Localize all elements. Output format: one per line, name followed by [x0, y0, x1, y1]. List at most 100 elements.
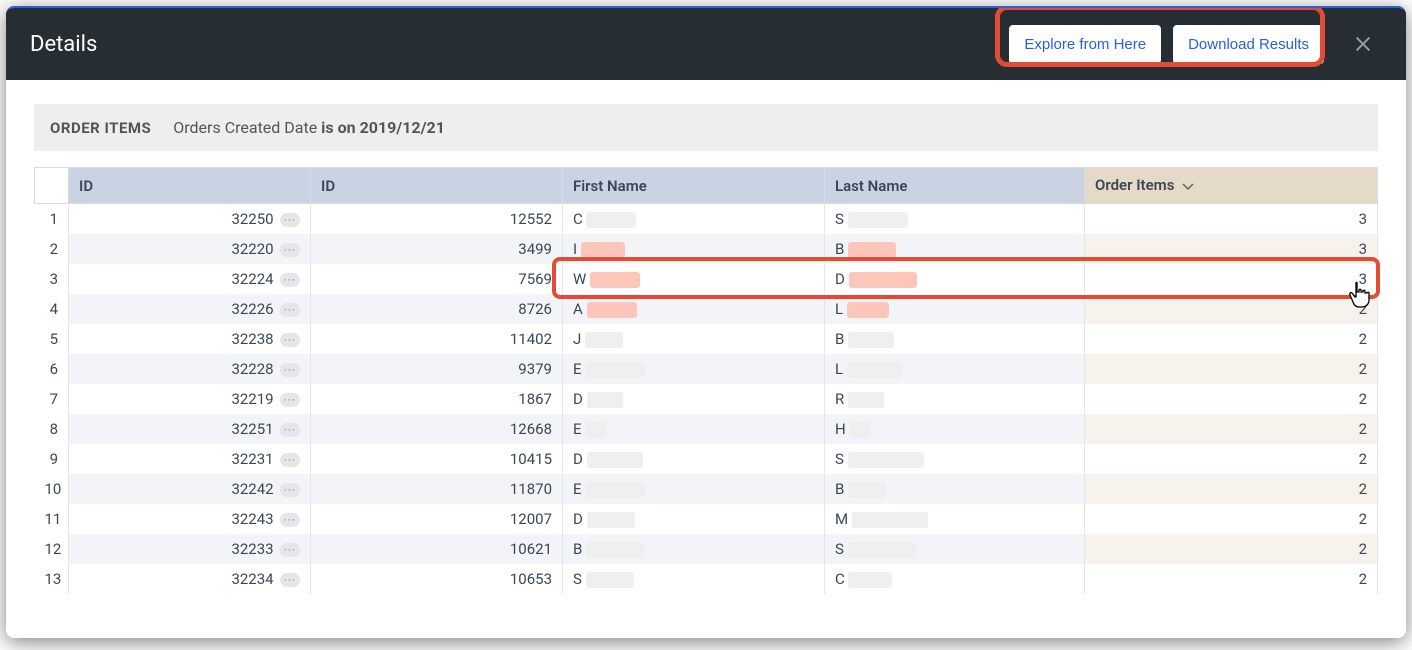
cell-first-name[interactable]: A: [563, 294, 825, 324]
cell-order-items[interactable]: 2: [1085, 474, 1378, 504]
cell-first-name[interactable]: E: [563, 414, 825, 444]
cell-order-items[interactable]: 3: [1085, 204, 1378, 235]
cell-order-items[interactable]: 2: [1085, 384, 1378, 414]
cell-id2[interactable]: 7569: [311, 264, 563, 294]
more-icon[interactable]: ···: [280, 543, 300, 557]
more-icon[interactable]: ···: [280, 333, 300, 347]
cell-last-name[interactable]: H: [825, 414, 1085, 444]
cell-id1[interactable]: 32226···: [69, 294, 311, 324]
close-button[interactable]: [1344, 25, 1382, 63]
table-row[interactable]: 332224···7569W D 3: [35, 264, 1378, 294]
more-icon[interactable]: ···: [280, 483, 300, 497]
cell-last-name[interactable]: L: [825, 354, 1085, 384]
cell-id2[interactable]: 10621: [311, 534, 563, 564]
more-icon[interactable]: ···: [280, 243, 300, 257]
cell-order-items[interactable]: 3: [1085, 264, 1378, 294]
cell-last-name[interactable]: S: [825, 204, 1085, 235]
cell-id1[interactable]: 32251···: [69, 414, 311, 444]
table-row[interactable]: 832251···12668E H 2: [35, 414, 1378, 444]
cell-id1[interactable]: 32219···: [69, 384, 311, 414]
cell-first-name[interactable]: B: [563, 534, 825, 564]
cell-last-name[interactable]: S: [825, 534, 1085, 564]
cell-first-name[interactable]: D: [563, 504, 825, 534]
more-icon[interactable]: ···: [280, 363, 300, 377]
table-row[interactable]: 732219···1867D R 2: [35, 384, 1378, 414]
cell-order-items[interactable]: 2: [1085, 534, 1378, 564]
more-icon[interactable]: ···: [280, 423, 300, 437]
cell-last-name[interactable]: C: [825, 564, 1085, 594]
cell-first-name[interactable]: D: [563, 444, 825, 474]
cell-order-items[interactable]: 2: [1085, 294, 1378, 324]
column-header-id2[interactable]: ID: [311, 168, 563, 204]
table-row[interactable]: 1132243···12007D M 2: [35, 504, 1378, 534]
table-row[interactable]: 1032242···11870E B 2: [35, 474, 1378, 504]
more-icon[interactable]: ···: [280, 273, 300, 287]
cell-id2[interactable]: 8726: [311, 294, 563, 324]
table-row[interactable]: 232220···3499I B 3: [35, 234, 1378, 264]
cell-id2[interactable]: 10653: [311, 564, 563, 594]
cell-first-name[interactable]: C: [563, 204, 825, 235]
cell-last-name[interactable]: S: [825, 444, 1085, 474]
table-row[interactable]: 132250···12552C S 3: [35, 204, 1378, 235]
cell-id1[interactable]: 32224···: [69, 264, 311, 294]
cell-first-name[interactable]: J: [563, 324, 825, 354]
cell-first-name[interactable]: I: [563, 234, 825, 264]
table-row[interactable]: 932231···10415D S 2: [35, 444, 1378, 474]
cell-first-name[interactable]: D: [563, 384, 825, 414]
explore-from-here-button[interactable]: Explore from Here: [1009, 25, 1161, 64]
cell-last-name[interactable]: L: [825, 294, 1085, 324]
cell-first-name[interactable]: E: [563, 474, 825, 504]
cell-last-name[interactable]: D: [825, 264, 1085, 294]
cell-first-name[interactable]: W: [563, 264, 825, 294]
more-icon[interactable]: ···: [280, 573, 300, 587]
cell-last-name[interactable]: M: [825, 504, 1085, 534]
cell-id1[interactable]: 32242···: [69, 474, 311, 504]
cell-last-name[interactable]: B: [825, 324, 1085, 354]
cell-id2[interactable]: 1867: [311, 384, 563, 414]
more-icon[interactable]: ···: [280, 393, 300, 407]
cell-first-name[interactable]: E: [563, 354, 825, 384]
cell-id2[interactable]: 10415: [311, 444, 563, 474]
cell-id2[interactable]: 3499: [311, 234, 563, 264]
cell-order-items[interactable]: 2: [1085, 414, 1378, 444]
more-icon[interactable]: ···: [280, 213, 300, 227]
cell-id1[interactable]: 32234···: [69, 564, 311, 594]
redacted-block: [587, 512, 635, 528]
cell-id2[interactable]: 12668: [311, 414, 563, 444]
cell-order-items[interactable]: 3: [1085, 234, 1378, 264]
column-header-last-name[interactable]: Last Name: [825, 168, 1085, 204]
cell-id2[interactable]: 12007: [311, 504, 563, 534]
cell-order-items[interactable]: 2: [1085, 504, 1378, 534]
download-results-button[interactable]: Download Results: [1173, 25, 1324, 64]
more-icon[interactable]: ···: [280, 513, 300, 527]
cell-id1[interactable]: 32233···: [69, 534, 311, 564]
cell-id2[interactable]: 11870: [311, 474, 563, 504]
cell-last-name[interactable]: R: [825, 384, 1085, 414]
table-row[interactable]: 1232233···10621B S 2: [35, 534, 1378, 564]
table-row[interactable]: 1332234···10653S C 2: [35, 564, 1378, 594]
cell-order-items[interactable]: 2: [1085, 324, 1378, 354]
cell-order-items[interactable]: 2: [1085, 444, 1378, 474]
cell-last-name[interactable]: B: [825, 474, 1085, 504]
column-header-id1[interactable]: ID: [69, 168, 311, 204]
cell-order-items[interactable]: 2: [1085, 564, 1378, 594]
table-row[interactable]: 632228···9379E L 2: [35, 354, 1378, 384]
cell-id1[interactable]: 32228···: [69, 354, 311, 384]
table-row[interactable]: 532238···11402J B 2: [35, 324, 1378, 354]
cell-order-items[interactable]: 2: [1085, 354, 1378, 384]
cell-id2[interactable]: 11402: [311, 324, 563, 354]
cell-id2[interactable]: 12552: [311, 204, 563, 235]
cell-last-name[interactable]: B: [825, 234, 1085, 264]
column-header-first-name[interactable]: First Name: [563, 168, 825, 204]
cell-id1[interactable]: 32238···: [69, 324, 311, 354]
cell-id2[interactable]: 9379: [311, 354, 563, 384]
table-row[interactable]: 432226···8726A L 2: [35, 294, 1378, 324]
cell-id1[interactable]: 32220···: [69, 234, 311, 264]
column-header-order-items[interactable]: Order Items: [1085, 168, 1378, 204]
cell-id1[interactable]: 32250···: [69, 204, 311, 235]
cell-first-name[interactable]: S: [563, 564, 825, 594]
cell-id1[interactable]: 32231···: [69, 444, 311, 474]
more-icon[interactable]: ···: [280, 453, 300, 467]
more-icon[interactable]: ···: [280, 303, 300, 317]
cell-id1[interactable]: 32243···: [69, 504, 311, 534]
